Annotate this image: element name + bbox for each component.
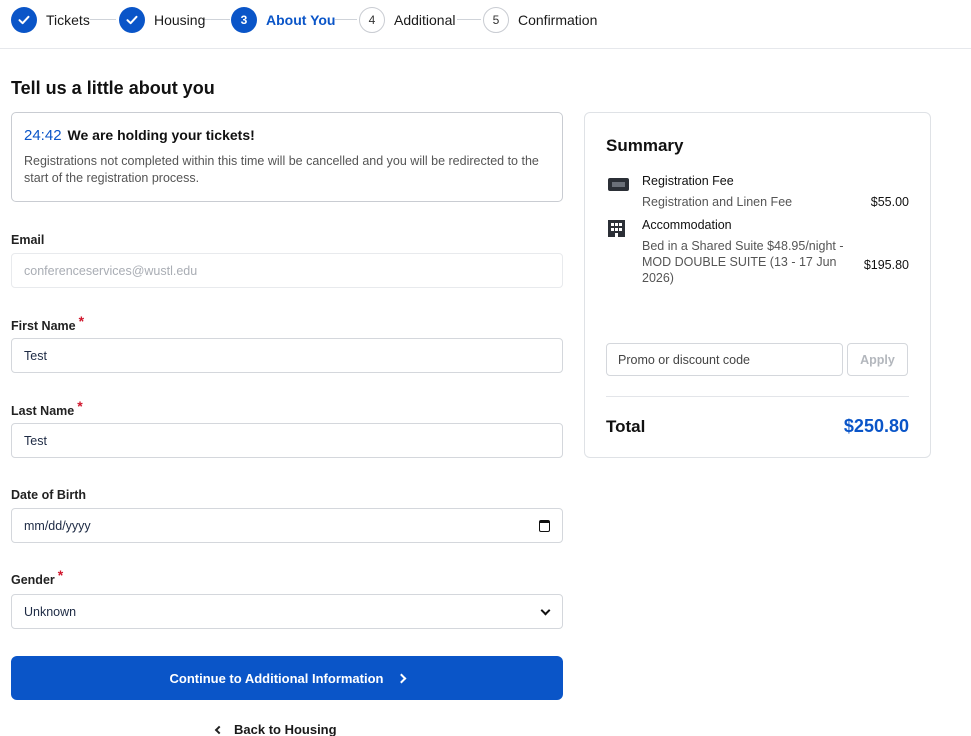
chevron-left-icon [214,725,224,734]
ticket-icon [608,178,629,191]
step-housing[interactable]: Housing [119,7,205,33]
building-icon [608,220,625,237]
date-of-birth-field[interactable]: mm/dd/yyyy [11,508,563,543]
total-value: $250.80 [843,416,909,436]
step-number: 4 [359,7,385,33]
step-confirmation: 5 Confirmation [483,7,597,33]
required-asterisk: * [77,398,83,414]
notice-message: Registrations not completed within this … [24,154,539,185]
promo-code-input[interactable]: Promo or discount code [606,343,843,376]
total-label: Total [606,417,646,436]
step-connector [457,19,481,20]
line-item-price: $195.80 [863,258,909,272]
required-asterisk: * [78,313,85,329]
divider [606,396,909,397]
step-label: Confirmation [518,12,598,28]
line-item-description: Bed in a Shared Suite $48.95/night - MOD… [642,239,844,285]
required-asterisk: * [57,567,64,583]
chevron-down-icon [540,605,551,616]
last-name-field[interactable]: Test [11,423,563,458]
apply-button[interactable]: Apply [847,343,908,376]
first-name-field[interactable]: Test [11,338,563,373]
countdown-timer: 24:42 [24,127,62,144]
step-tickets[interactable]: Tickets [11,7,90,33]
line-item-name: Accommodation [642,218,732,232]
gender-label: Gender * [11,567,64,587]
last-name-label: Last Name * [11,398,83,418]
page-title: Tell us a little about you [11,78,215,98]
step-label: Housing [154,12,206,28]
step-label: About You [266,12,336,28]
step-about-you: 3 About You [231,7,335,33]
order-summary: Summary Registration Fee Registration an… [584,112,931,458]
first-name-label: First Name * [11,313,85,333]
line-item-price: $55.00 [870,195,909,209]
step-label: Tickets [46,12,90,28]
step-number: 3 [231,7,257,33]
ticket-hold-notice: 24:42 We are holding your tickets! Regist… [11,112,563,202]
calendar-icon[interactable] [539,520,550,532]
email-field: conferenceservices@wustl.edu [11,253,563,288]
continue-button[interactable]: Continue to Additional Information [11,656,563,700]
gender-select[interactable]: Unknown [11,594,563,629]
step-number: 5 [483,7,509,33]
check-icon [11,7,37,33]
dob-label: Date of Birth [11,488,86,502]
check-icon [119,7,145,33]
step-connector [202,19,230,20]
line-item-description: Registration and Linen Fee [642,195,793,209]
notice-heading: We are holding your tickets! [67,127,255,143]
line-item-name: Registration Fee [642,174,734,188]
summary-title: Summary [606,136,684,155]
progress-stepper: Tickets Housing 3 About You 4 Additional… [0,0,971,49]
chevron-right-icon [396,673,406,683]
email-label: Email [11,233,45,247]
step-additional: 4 Additional [359,7,456,33]
step-connector [90,19,116,20]
step-connector [335,19,357,20]
back-to-housing-link[interactable]: Back to Housing [214,722,337,736]
step-label: Additional [394,12,456,28]
